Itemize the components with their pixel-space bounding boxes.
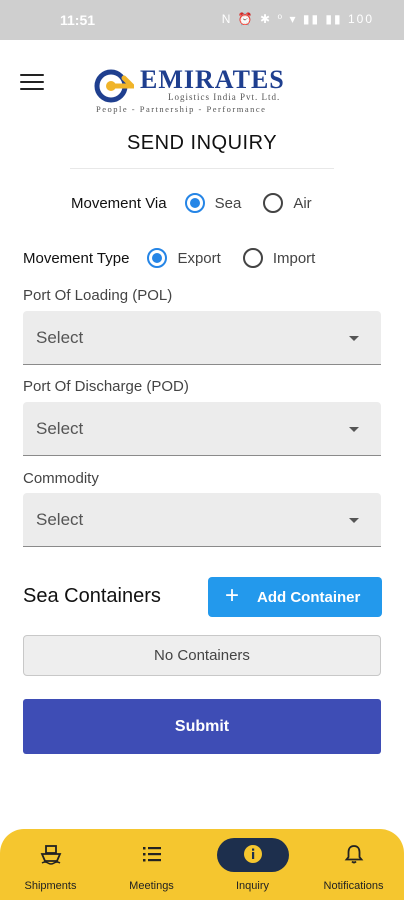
nav-inquiry[interactable]: Inquiry <box>202 829 303 900</box>
pod-label: Port Of Discharge (POD) <box>23 378 189 395</box>
movement-type-label: Movement Type <box>23 249 130 267</box>
submit-button[interactable]: Submit <box>23 699 381 754</box>
logo-word: EMIRATES <box>140 65 285 94</box>
list-icon <box>142 847 161 862</box>
radio-import-label[interactable]: Import <box>273 250 316 267</box>
nav-notifications[interactable]: Notifications <box>303 829 404 900</box>
radio-sea-label[interactable]: Sea <box>215 195 242 212</box>
logo-mark-icon <box>94 69 134 103</box>
dropdown-arrow-icon <box>349 427 359 432</box>
radio-sea[interactable] <box>184 193 205 213</box>
no-containers-message: No Containers <box>23 635 381 676</box>
nav-inquiry-label: Inquiry <box>235 880 270 892</box>
dropdown-arrow-icon <box>349 336 359 341</box>
status-time: 11:51 <box>60 12 96 28</box>
hamburger-icon[interactable] <box>20 74 44 94</box>
pod-select-value: Select <box>36 419 84 438</box>
nav-meetings[interactable]: Meetings <box>101 829 202 900</box>
pol-label: Port Of Loading (POL) <box>23 287 173 304</box>
app-bar: EMIRATES Logistics India Pvt. Ltd. Peopl… <box>0 40 404 120</box>
dropdown-arrow-icon <box>349 518 359 523</box>
status-bar: 11:51 N ⏰ ✱ ⁰ ▾ ▮▮ ▮▮ 100 <box>0 0 404 40</box>
commodity-label: Commodity <box>23 470 99 487</box>
radio-air-label[interactable]: Air <box>293 195 311 212</box>
radio-air[interactable] <box>263 193 284 213</box>
status-icons: N ⏰ ✱ ⁰ ▾ ▮▮ ▮▮ 100 <box>221 12 374 26</box>
company-logo: EMIRATES Logistics India Pvt. Ltd. Peopl… <box>92 62 312 118</box>
radio-export-label[interactable]: Export <box>177 250 220 267</box>
nav-notifications-label: Notifications <box>323 880 384 892</box>
pod-select[interactable]: Select <box>23 402 381 456</box>
nav-meetings-label: Meetings <box>129 880 174 892</box>
commodity-select[interactable]: Select <box>23 493 381 547</box>
bottom-nav: Shipments Meetings Inquiry Notifications <box>0 829 404 900</box>
commodity-select-value: Select <box>36 510 84 529</box>
radio-import[interactable] <box>242 248 263 268</box>
nav-shipments[interactable]: Shipments <box>0 829 101 900</box>
logo-subtitle: Logistics India Pvt. Ltd. <box>168 92 281 102</box>
pol-select-value: Select <box>36 328 84 347</box>
add-container-button[interactable]: + Add Container <box>208 577 382 617</box>
add-container-label: Add Container <box>257 589 361 606</box>
ship-icon <box>40 845 61 865</box>
pol-select[interactable]: Select <box>23 311 381 365</box>
logo-tagline: People - Partnership - Performance <box>96 104 267 114</box>
page-title: SEND INQUIRY <box>126 132 278 154</box>
nav-shipments-label: Shipments <box>24 880 77 892</box>
movement-via-group: Movement Via Sea Air <box>71 193 334 213</box>
info-icon <box>243 845 262 863</box>
plus-icon: + <box>225 582 240 609</box>
movement-via-label: Movement Via <box>71 194 167 212</box>
movement-type-group: Movement Type Export Import <box>23 248 337 268</box>
title-divider <box>70 168 334 169</box>
bell-icon <box>344 845 363 864</box>
sea-containers-title: Sea Containers <box>23 585 161 607</box>
radio-export[interactable] <box>147 248 168 268</box>
